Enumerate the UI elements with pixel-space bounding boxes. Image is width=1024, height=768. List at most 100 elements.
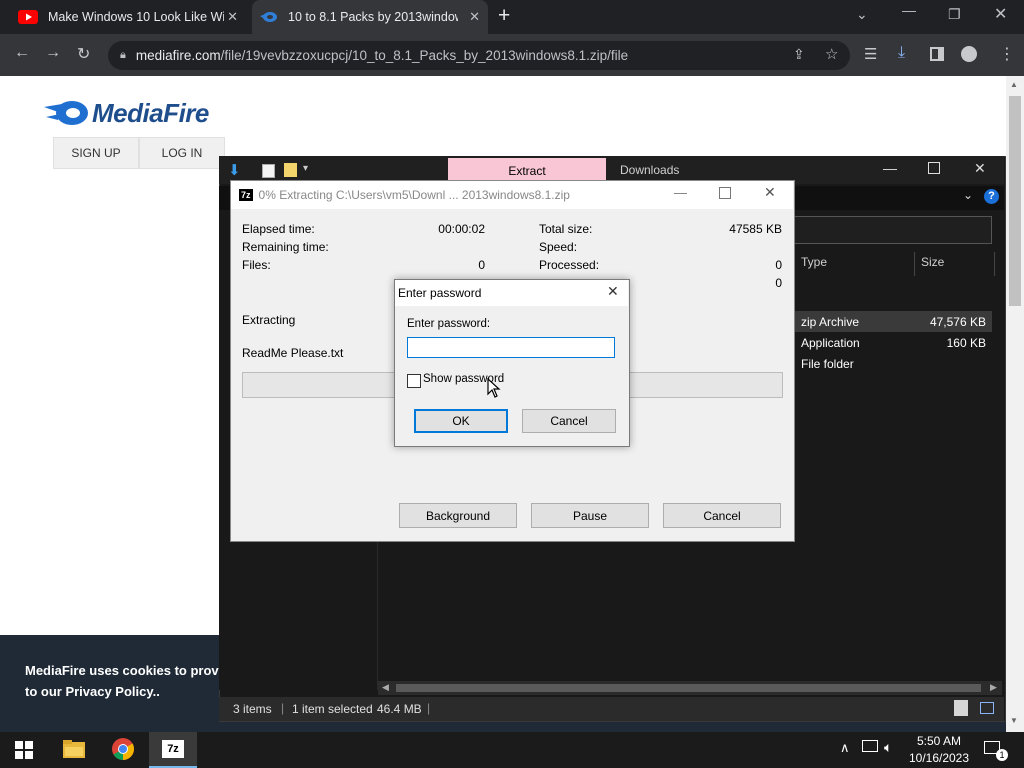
file-row[interactable]: Application 160 KB (795, 332, 992, 353)
notification-count-badge: 1 (996, 749, 1008, 761)
file-row[interactable]: zip Archive 47,576 KB (795, 311, 992, 332)
scroll-down-icon[interactable]: ▼ (1010, 716, 1018, 725)
fm-close-icon[interactable]: ✕ (974, 160, 986, 177)
cookie-line-2-suffix: .. (152, 684, 160, 699)
scroll-right-icon[interactable]: ▶ (990, 682, 997, 693)
fm-search-box[interactable] (790, 216, 992, 244)
profile-avatar[interactable] (961, 46, 977, 62)
show-password-checkbox[interactable] (407, 374, 421, 388)
status-size: 46.4 MB (377, 702, 422, 716)
speed-label: Speed: (539, 240, 578, 254)
tab-title: 10 to 8.1 Packs by 2013windows (288, 10, 458, 24)
status-selected: 1 item selected (292, 702, 373, 716)
downloads-icon[interactable]: ⤓ (898, 44, 905, 62)
file-type: zip Archive (801, 314, 860, 329)
progress-dialog-title: 0% Extracting C:\Users\vm5\Downl ... 201… (258, 188, 570, 202)
reload-icon[interactable]: ↻ (77, 44, 90, 64)
file-size: 47,576 KB (929, 314, 986, 329)
files-value: 0 (478, 258, 485, 272)
progress-maximize-icon[interactable] (719, 187, 731, 199)
scroll-left-icon[interactable]: ◀ (382, 682, 389, 693)
privacy-policy-link[interactable]: Privacy Policy (65, 684, 152, 699)
close-tab-icon[interactable]: ✕ (227, 9, 238, 25)
sign-up-button[interactable]: SIGN UP (53, 137, 139, 169)
show-hidden-icons-icon[interactable]: ∧ (840, 740, 850, 756)
close-window-icon[interactable]: ✕ (994, 4, 1007, 24)
bookmark-star-icon[interactable]: ☆ (825, 45, 838, 63)
elapsed-time-value: 00:00:02 (438, 222, 485, 236)
ok-button[interactable]: OK (414, 409, 508, 433)
column-header-size[interactable]: Size (921, 255, 944, 269)
tab-search-icon[interactable]: ⌄ (856, 6, 868, 23)
progress-minimize-icon[interactable]: — (674, 185, 687, 200)
details-view-icon[interactable] (954, 700, 968, 716)
browser-tab-youtube[interactable]: Make Windows 10 Look Like Wi ✕ (8, 0, 246, 34)
properties-icon[interactable] (262, 164, 275, 178)
new-tab-button[interactable]: + (498, 4, 510, 28)
help-icon[interactable]: ? (984, 189, 999, 204)
operation-label: Extracting (242, 313, 296, 327)
folder-icon[interactable] (284, 163, 297, 177)
7zip-icon: 7z (239, 189, 253, 201)
log-in-button[interactable]: LOG IN (139, 137, 225, 169)
back-icon[interactable]: ← (14, 44, 30, 62)
taskbar-clock[interactable]: 5:50 AM 10/16/2023 (904, 732, 974, 768)
volume-muted-icon[interactable]: 🔈︎ (884, 739, 892, 756)
address-host: mediafire.com (135, 48, 221, 63)
browser-tab-mediafire[interactable]: 10 to 8.1 Packs by 2013windows ✕ (252, 0, 488, 34)
restore-icon[interactable]: ❐ (948, 6, 961, 23)
side-panel-icon[interactable] (930, 47, 944, 61)
mediafire-flame-icon (44, 101, 88, 125)
large-icons-view-icon[interactable] (980, 702, 994, 714)
column-divider[interactable] (914, 252, 915, 276)
file-explorer-icon[interactable] (63, 740, 85, 758)
column-header-type[interactable]: Type (801, 255, 827, 269)
download-arrow-icon[interactable]: ⬇ (228, 161, 241, 179)
pause-button[interactable]: Pause (531, 503, 649, 528)
clock-date: 10/16/2023 (908, 751, 970, 765)
reading-list-icon[interactable]: ☰ (864, 45, 877, 63)
forward-icon[interactable]: → (45, 44, 61, 62)
password-dialog-titlebar: Enter password (395, 280, 628, 306)
cancel-extraction-button[interactable]: Cancel (663, 503, 781, 528)
mediafire-logo[interactable]: MediaFire (44, 96, 209, 130)
cookie-line-2-prefix: to our (25, 684, 66, 699)
address-bar[interactable]: 🔒︎ mediafire.com/file/19vevbzzoxucpcj/10… (108, 41, 850, 70)
fm-scrollbar-thumb[interactable] (396, 684, 981, 692)
password-dialog-title: Enter password (398, 286, 482, 300)
network-icon[interactable] (862, 740, 878, 752)
column-divider[interactable] (994, 252, 995, 276)
password-input[interactable] (407, 337, 615, 358)
total-size-value: 47585 KB (729, 222, 782, 236)
windows-start-icon[interactable] (15, 741, 33, 759)
status-separator: | (427, 701, 431, 715)
cookie-line-1: MediaFire uses cookies to provide (25, 663, 238, 678)
password-cancel-button[interactable]: Cancel (522, 409, 616, 433)
progress-close-icon[interactable]: ✕ (764, 184, 776, 201)
share-icon[interactable]: ⇪ (793, 46, 805, 63)
youtube-icon (18, 10, 38, 24)
page-scrollbar-thumb[interactable] (1009, 96, 1021, 306)
fm-maximize-icon[interactable] (928, 162, 940, 174)
ribbon-expand-icon[interactable]: ⌄ (963, 188, 973, 202)
scroll-up-icon[interactable]: ▲ (1010, 80, 1018, 89)
chrome-menu-icon[interactable]: ⋮ (999, 44, 1015, 64)
chrome-icon[interactable] (112, 738, 134, 760)
password-dialog-close-icon[interactable]: ✕ (607, 283, 619, 300)
close-tab-icon[interactable]: ✕ (469, 9, 480, 25)
fm-minimize-icon[interactable]: — (883, 160, 897, 176)
total-size-label: Total size: (539, 222, 593, 236)
downloads-title: Downloads (620, 163, 680, 177)
file-type: Application (801, 335, 860, 350)
quick-access-dropdown-icon[interactable]: ▾ (303, 163, 308, 174)
lock-icon[interactable]: 🔒︎ (120, 49, 126, 62)
minimize-icon[interactable]: — (902, 2, 916, 18)
file-row[interactable]: File folder (795, 353, 992, 374)
mediafire-icon (260, 12, 277, 22)
file-type: File folder (801, 356, 854, 371)
elapsed-time-label: Elapsed time: (242, 222, 315, 236)
tab-title: Make Windows 10 Look Like Wi (48, 10, 224, 24)
fm-status-bar: 3 items | 1 item selected 46.4 MB | (219, 697, 1004, 721)
background-button[interactable]: Background (399, 503, 517, 528)
7zip-taskbar-icon: 7z (162, 740, 184, 758)
